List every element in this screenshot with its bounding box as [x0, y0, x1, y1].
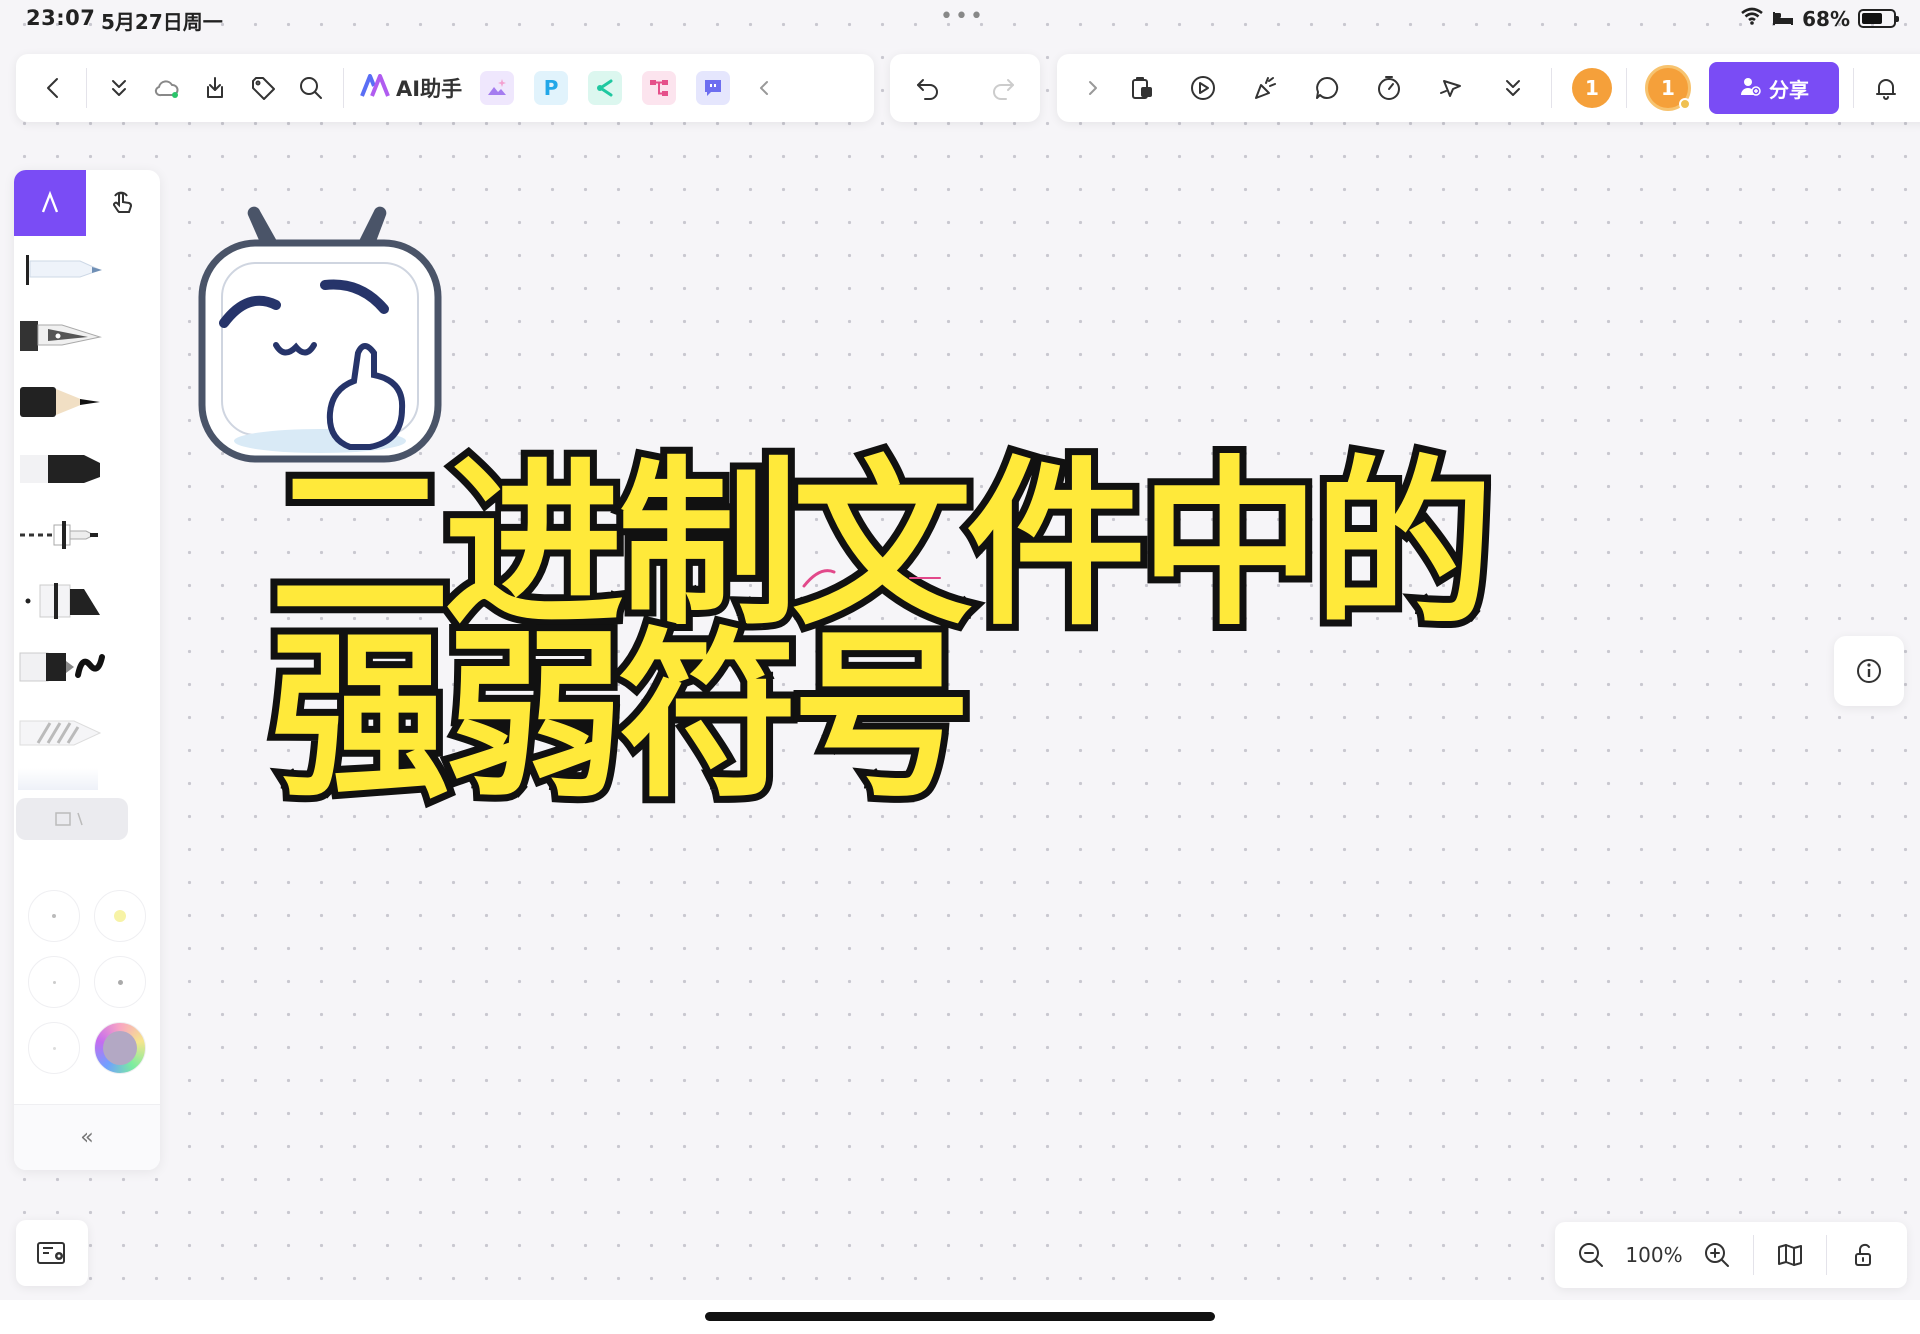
fountain-pen-tool[interactable] [14, 302, 160, 368]
sleep-mode-icon [1772, 7, 1794, 31]
divider [343, 68, 344, 108]
search-icon[interactable] [287, 64, 335, 112]
battery-level [1862, 13, 1883, 24]
swatch-faint-dot[interactable] [28, 1022, 80, 1074]
headline-line-2: 强弱符号 [263, 613, 979, 822]
more-down-icon[interactable] [1489, 64, 1537, 112]
pen-list-fade [18, 768, 98, 790]
add-user-icon [1739, 75, 1761, 102]
download-icon[interactable] [191, 64, 239, 112]
laser-pointer-icon[interactable] [1427, 64, 1475, 112]
status-date: 5月27日周一 [101, 10, 223, 34]
cloud-sync-icon[interactable] [143, 64, 191, 112]
wifi-icon [1740, 6, 1764, 31]
zoom-in-icon[interactable] [1693, 1231, 1741, 1279]
divider [1853, 68, 1854, 108]
swatch-yellow[interactable] [94, 890, 146, 942]
chat-app-icon[interactable] [696, 71, 731, 105]
headline-line-1: 二进制文件中的 [263, 441, 1501, 650]
info-icon [1857, 659, 1881, 683]
swatch-dark-dot[interactable] [94, 956, 146, 1008]
pen-mode-tabs [14, 170, 160, 236]
divider [1551, 68, 1552, 108]
map-location-icon [37, 1242, 65, 1264]
color-swatches [14, 840, 160, 1074]
expand-icon[interactable] [1069, 64, 1117, 112]
collapse-panel-button[interactable]: « [14, 1104, 160, 1170]
battery-icon [1858, 9, 1899, 28]
online-count-badge[interactable]: 1 [1572, 68, 1612, 108]
swatch-light-dot[interactable] [28, 956, 80, 1008]
zoom-out-icon[interactable] [1567, 1231, 1615, 1279]
canvas-headline[interactable]: 二进制文件中的 强弱符号 [263, 441, 1501, 822]
image-app-icon[interactable] [480, 71, 515, 105]
back-icon[interactable] [30, 64, 78, 112]
minimap-button[interactable] [16, 1220, 88, 1286]
brush-tool[interactable] [14, 632, 160, 698]
notification-bell-icon[interactable] [1862, 64, 1910, 112]
ai-assistant-button[interactable]: AI助手 [352, 64, 470, 112]
marker-tool[interactable] [14, 434, 160, 500]
celebrate-icon[interactable] [1241, 64, 1289, 112]
pen-mode-icon [41, 190, 59, 213]
divider [1626, 68, 1627, 108]
divider [86, 68, 87, 108]
redo-icon[interactable] [979, 64, 1027, 112]
status-time: 23:07 [26, 6, 96, 30]
p-app-icon[interactable]: P [534, 71, 569, 105]
swatch-gray-dot[interactable] [28, 890, 80, 942]
avatar-initial: 1 [1661, 76, 1675, 100]
play-icon[interactable] [1179, 64, 1227, 112]
ballpoint-pen-tool[interactable] [14, 236, 160, 302]
flow-app-icon[interactable] [642, 71, 677, 105]
highlighter-tool[interactable] [14, 566, 160, 632]
tag-icon[interactable] [239, 64, 287, 112]
main-toolbar: AI助手 P [16, 54, 874, 122]
comment-icon[interactable] [1303, 64, 1351, 112]
collab-toolbar: 1 1 分享 [1057, 54, 1920, 122]
clipboard-lock-icon[interactable] [1117, 64, 1165, 112]
status-bar: 23:07 5月27日周一 ••• 68% [0, 0, 1920, 40]
dashed-pen-tool[interactable] [14, 500, 160, 566]
home-indicator[interactable] [705, 1312, 1215, 1321]
color-picker-wheel[interactable] [94, 1022, 146, 1074]
collapse-apps-icon[interactable] [740, 64, 788, 112]
ai-assistant-label: AI助手 [396, 77, 463, 101]
avatar-status-dot [1679, 98, 1691, 110]
divider [1826, 1235, 1827, 1275]
share-button[interactable]: 分享 [1709, 62, 1839, 114]
timer-icon[interactable] [1365, 64, 1413, 112]
multitask-dots[interactable]: ••• [940, 4, 985, 29]
pen-panel: « [14, 170, 160, 1170]
zoom-controls: 100% [1555, 1222, 1907, 1288]
mindmap-app-icon[interactable] [588, 71, 623, 105]
hand-touch-icon [113, 191, 132, 213]
divider [1753, 1235, 1754, 1275]
user-avatar[interactable]: 1 [1645, 65, 1691, 111]
info-button[interactable] [1834, 636, 1904, 706]
undo-icon[interactable] [904, 64, 952, 112]
unlock-icon[interactable] [1839, 1231, 1887, 1279]
battery-percent: 68% [1802, 6, 1850, 31]
mascot-sticker[interactable] [190, 205, 460, 469]
pencil-tool[interactable] [14, 368, 160, 434]
double-chevron-left-icon: « [80, 1125, 94, 1150]
collapse-down-icon[interactable] [95, 64, 143, 112]
ai-logo-icon [360, 73, 390, 103]
share-label: 分享 [1769, 77, 1809, 102]
pattern-pen-tool[interactable] [14, 698, 160, 764]
zoom-level[interactable]: 100% [1615, 1243, 1693, 1267]
book-view-icon[interactable] [1766, 1231, 1814, 1279]
ruler-tool[interactable] [16, 798, 128, 840]
history-toolbar [890, 54, 1040, 122]
status-right: 68% [1740, 6, 1899, 31]
touch-mode-tab[interactable] [86, 170, 158, 236]
pen-mode-tab[interactable] [14, 170, 86, 236]
ink-stroke [800, 560, 950, 594]
